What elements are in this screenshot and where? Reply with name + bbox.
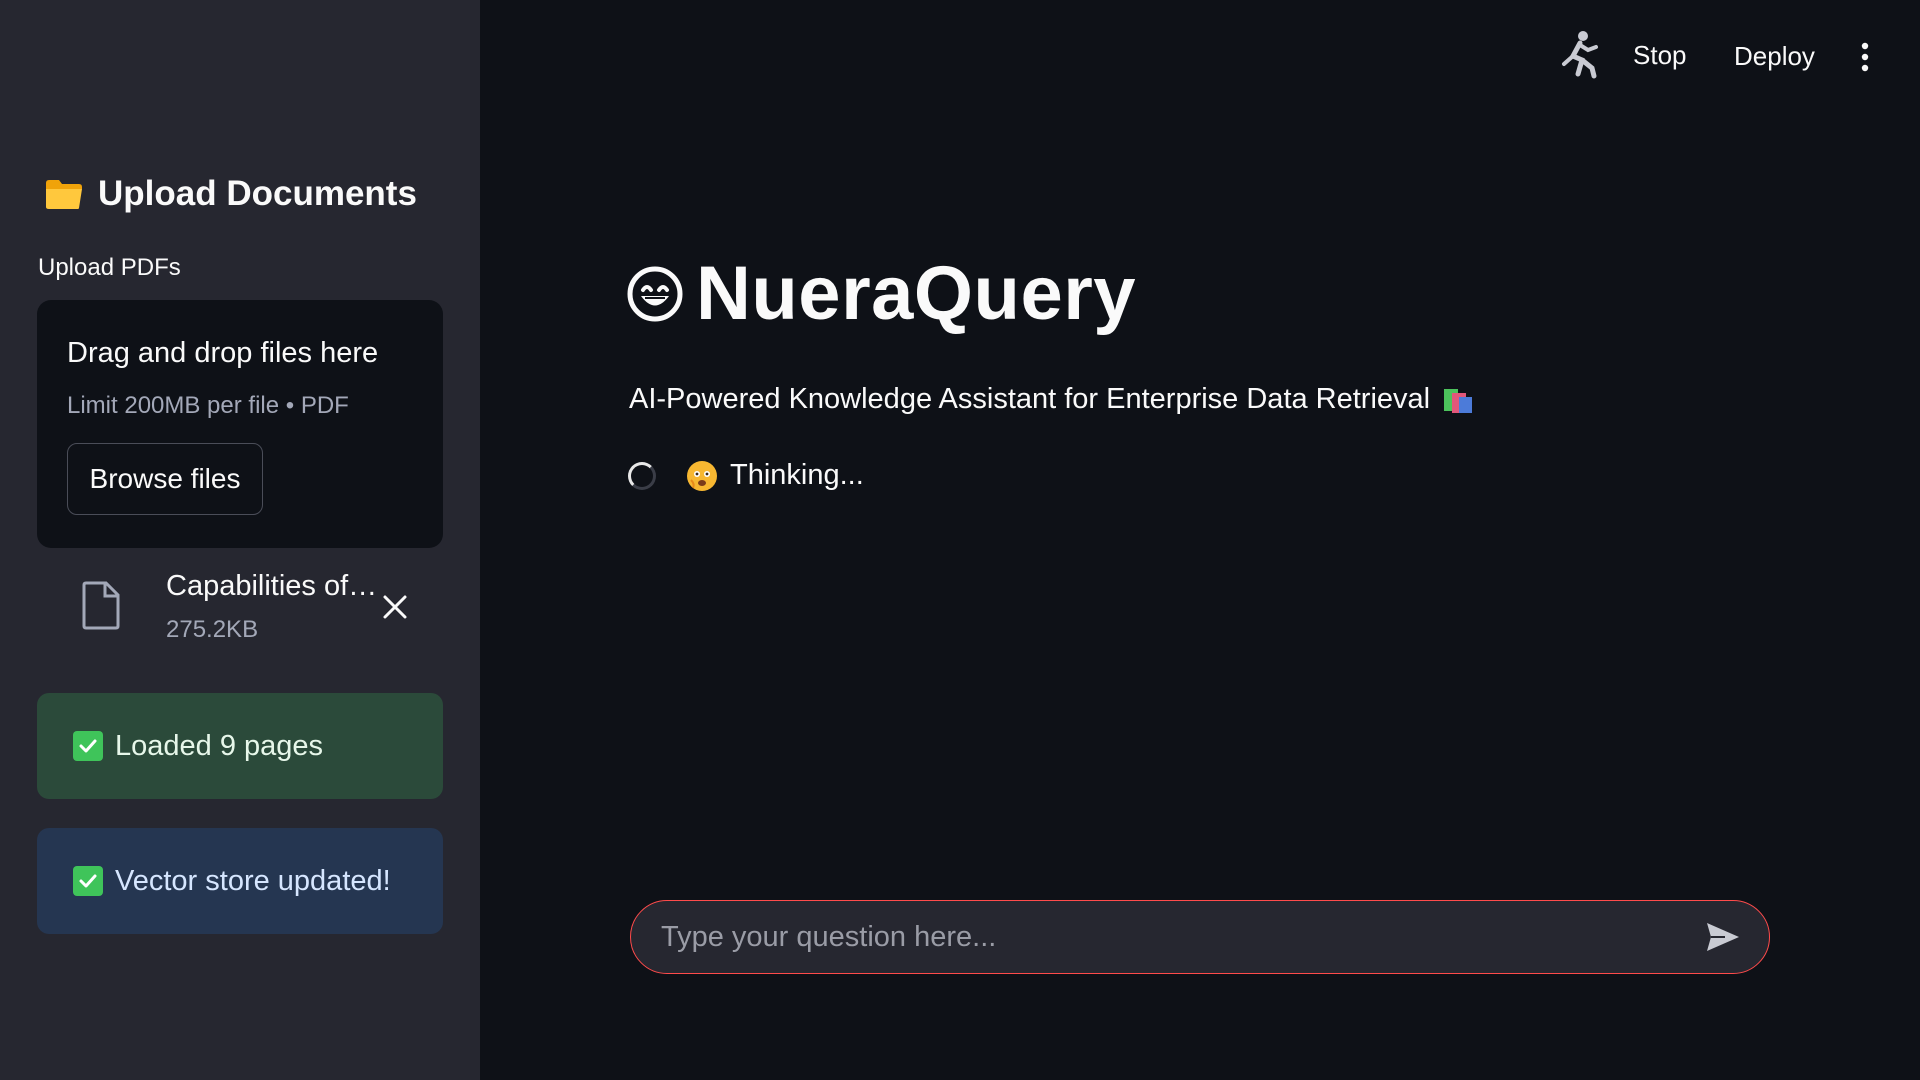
close-icon[interactable] — [380, 592, 410, 622]
running-man-icon — [1562, 31, 1598, 79]
top-toolbar: Stop Deploy — [1320, 30, 1920, 82]
status-indicator: Thinking... — [628, 459, 864, 492]
subtitle-text: AI-Powered Knowledge Assistant for Enter… — [629, 383, 1431, 415]
dropzone-limit: Limit 200MB per file • PDF — [67, 392, 349, 419]
folder-icon — [46, 180, 82, 209]
chat-input-container — [630, 900, 1770, 974]
dropzone-title: Drag and drop files here — [67, 337, 379, 369]
sidebar-header: Upload Documents — [44, 174, 417, 214]
kebab-menu-icon[interactable] — [1858, 42, 1872, 72]
info-alert-text: Vector store updated! — [115, 864, 391, 897]
file-size: 275.2KB — [166, 616, 259, 643]
page-subtitle: AI-Powered Knowledge Assistant for Enter… — [629, 383, 1474, 416]
send-icon[interactable] — [1705, 921, 1741, 953]
status-text: Thinking... — [730, 459, 864, 491]
file-icon — [82, 581, 120, 630]
uploaded-file-item: Capabilities of… 275.2KB — [80, 570, 420, 650]
file-dropzone[interactable]: Drag and drop files here Limit 200MB per… — [37, 300, 443, 548]
browse-files-button[interactable]: Browse files — [67, 443, 263, 515]
books-icon — [1444, 388, 1473, 413]
page-title-row: NueraQuery — [626, 250, 1136, 337]
grinning-face-icon — [627, 266, 683, 321]
upload-label: Upload PDFs — [38, 254, 181, 281]
page-title: NueraQuery — [696, 251, 1137, 336]
app-root: Upload Documents Upload PDFs Drag and dr… — [0, 0, 1920, 1080]
check-icon — [73, 731, 103, 761]
success-alert: Loaded 9 pages — [37, 693, 443, 799]
sidebar: Upload Documents Upload PDFs Drag and dr… — [0, 0, 480, 1080]
success-alert-text: Loaded 9 pages — [115, 729, 324, 762]
worried-face-icon — [687, 460, 717, 491]
stop-button[interactable]: Stop — [1633, 40, 1687, 71]
file-name: Capabilities of… — [166, 570, 378, 602]
deploy-button[interactable]: Deploy — [1734, 41, 1815, 72]
check-icon — [73, 866, 103, 896]
info-alert: Vector store updated! — [37, 828, 443, 934]
loading-spinner — [628, 461, 656, 490]
chat-input[interactable] — [659, 901, 1693, 974]
sidebar-title: Upload Documents — [98, 174, 417, 213]
